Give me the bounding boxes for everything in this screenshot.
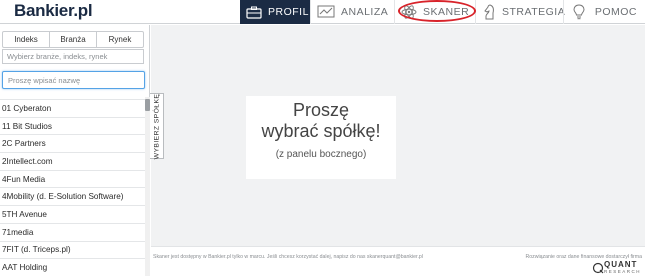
quant-brand: QUANT bbox=[603, 260, 638, 269]
search-input[interactable]: Proszę wpisać nazwę bbox=[2, 71, 145, 89]
nav-skaner[interactable]: SKANER bbox=[394, 0, 475, 24]
empty-state-title-line2: wybrać spółkę! bbox=[261, 121, 381, 141]
tab-indeks[interactable]: Indeks bbox=[3, 32, 50, 47]
empty-state-title: Proszę wybrać spółkę! bbox=[246, 100, 396, 142]
nav-label: STRATEGIA bbox=[502, 6, 566, 18]
lightbulb-icon bbox=[570, 4, 589, 20]
nav-strategia[interactable]: STRATEGIA bbox=[475, 0, 566, 24]
sidebar: Indeks Branża Rynek Wybierz branże, inde… bbox=[0, 25, 150, 276]
nav-analiza[interactable]: ANALIZA bbox=[310, 0, 394, 24]
chart-icon bbox=[317, 4, 335, 20]
list-item[interactable]: AAT Holding bbox=[0, 258, 145, 276]
nav-label: PROFIL bbox=[268, 6, 309, 18]
list-item[interactable]: 4Mobility (d. E-Solution Software) bbox=[0, 187, 145, 205]
list-item[interactable]: 11 Bit Studios bbox=[0, 116, 145, 135]
list-item[interactable]: 2C Partners bbox=[0, 134, 145, 152]
nav-profil[interactable]: PROFIL bbox=[240, 0, 310, 24]
main-nav: PROFIL ANALIZA SKANER STRATEGIA POMOC bbox=[240, 0, 645, 24]
list-item[interactable]: 01 Cyberaton bbox=[0, 99, 145, 117]
footer: Skaner jest dostępny w Bankier.pl tylko … bbox=[151, 246, 645, 276]
tab-branza[interactable]: Branża bbox=[50, 32, 97, 47]
nav-label: ANALIZA bbox=[341, 6, 389, 18]
filter-tabs: Indeks Branża Rynek bbox=[2, 31, 144, 48]
nav-label: POMOC bbox=[594, 6, 637, 18]
list-item[interactable]: 7FIT (d. Triceps.pl) bbox=[0, 240, 145, 259]
filter-input[interactable]: Wybierz branże, indeks, rynek bbox=[2, 49, 144, 64]
nav-label: SKANER bbox=[423, 6, 470, 18]
list-item[interactable]: 4Fun Media bbox=[0, 169, 145, 188]
briefcase-icon bbox=[246, 4, 262, 20]
nav-pomoc[interactable]: POMOC bbox=[563, 0, 645, 24]
tab-rynek[interactable]: Rynek bbox=[97, 32, 143, 47]
quant-logo-icon bbox=[592, 262, 604, 273]
top-bar: Bankier.pl PROFIL ANALIZA SKANER STRATEG… bbox=[0, 0, 645, 24]
main-panel: Proszę wybrać spółkę! (z panelu bocznego… bbox=[151, 25, 645, 246]
choose-company-tab[interactable]: WYBIERZ SPÓŁKĘ bbox=[150, 93, 164, 159]
empty-state-title-line1: Proszę bbox=[292, 100, 350, 120]
atom-icon bbox=[401, 4, 417, 20]
quant-brand-sub: RESEARCH bbox=[603, 269, 641, 274]
list-item[interactable]: 71media bbox=[0, 222, 145, 241]
choose-company-tab-label: WYBIERZ SPÓŁKĘ bbox=[153, 93, 160, 159]
company-list: 01 Cyberaton 11 Bit Studios 2C Partners … bbox=[0, 99, 145, 276]
chess-knight-icon bbox=[482, 4, 496, 20]
logo[interactable]: Bankier.pl bbox=[14, 1, 93, 21]
empty-state-box: Proszę wybrać spółkę! (z panelu bocznego… bbox=[246, 96, 396, 179]
empty-state-subtitle: (z panelu bocznego) bbox=[275, 149, 367, 160]
list-item[interactable]: 5TH Avenue bbox=[0, 205, 145, 223]
app-window: Bankier.pl PROFIL ANALIZA SKANER STRATEG… bbox=[0, 0, 645, 276]
footer-notice: Skaner jest dostępny w Bankier.pl tylko … bbox=[153, 254, 423, 260]
list-item[interactable]: 2Intellect.com bbox=[0, 152, 145, 170]
quant-research-logo[interactable]: QUANT RESEARCH bbox=[592, 261, 641, 274]
